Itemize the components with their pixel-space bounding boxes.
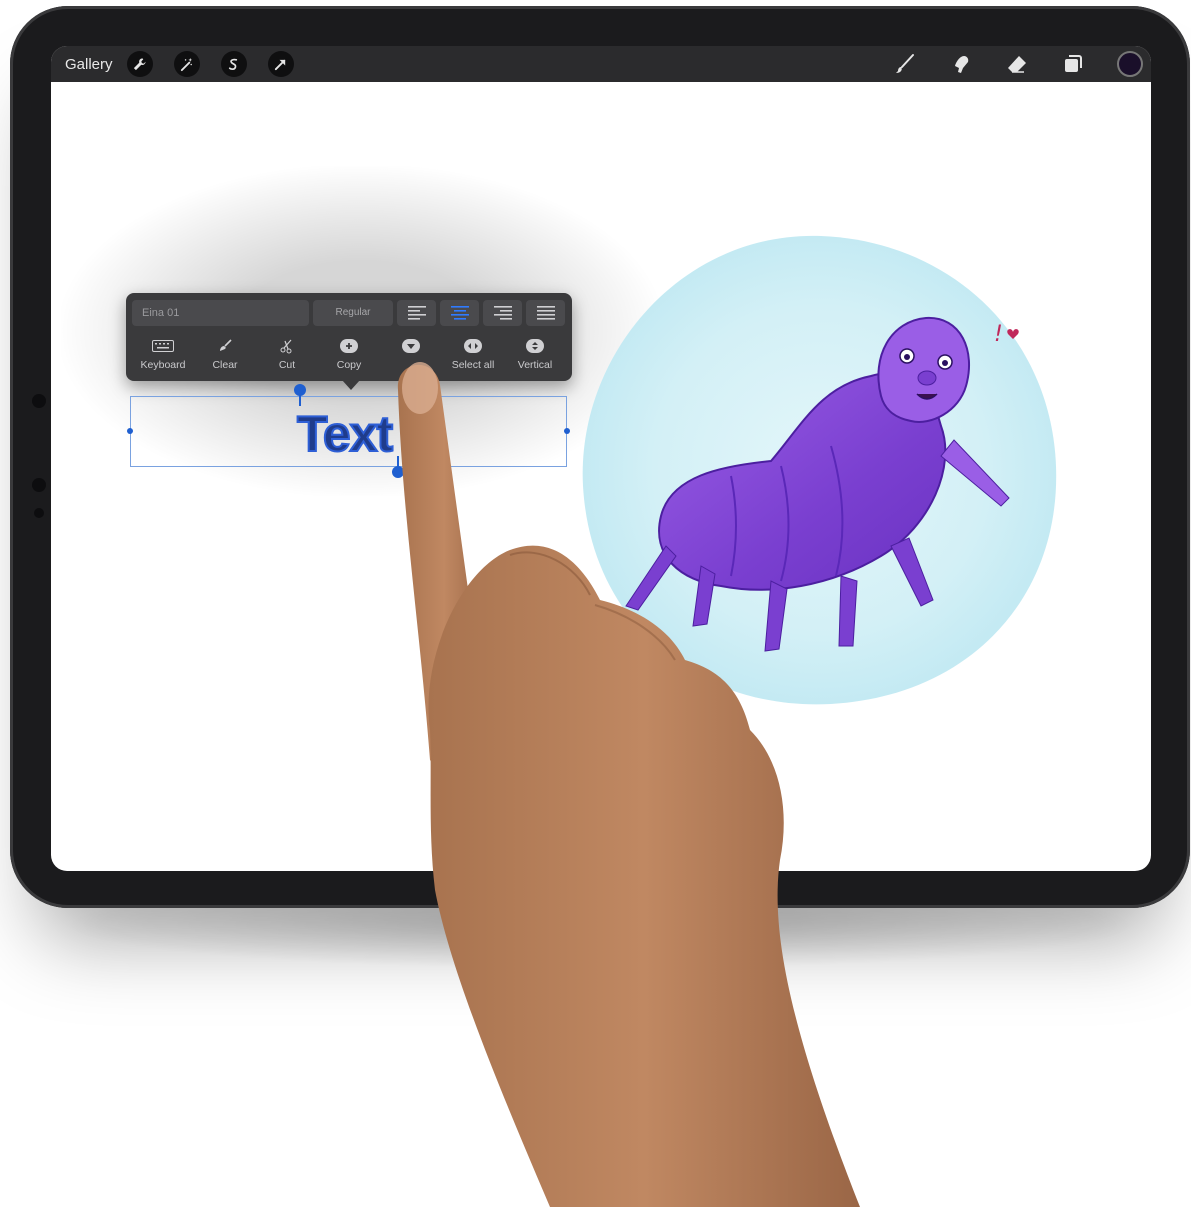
align-right-button[interactable]: [483, 300, 522, 326]
brush-icon[interactable]: [893, 52, 917, 76]
top-toolbar: Gallery: [51, 46, 1151, 82]
font-name-field[interactable]: Eina 01: [132, 300, 309, 326]
exclamation-annotation: !: [994, 322, 1003, 347]
layers-icon[interactable]: [1061, 52, 1085, 76]
eraser-icon[interactable]: [1005, 52, 1029, 76]
cut-button[interactable]: Cut: [256, 337, 318, 377]
camera-sensor: [34, 508, 44, 518]
smudge-icon[interactable]: [949, 52, 973, 76]
align-center-icon: [450, 306, 469, 320]
selection-start-line: [299, 392, 301, 406]
align-center-button[interactable]: [440, 300, 479, 326]
align-left-button[interactable]: [397, 300, 436, 326]
magic-wand-icon[interactable]: [173, 51, 200, 77]
camera-sensor: [32, 394, 46, 408]
keyboard-icon: [152, 340, 174, 352]
keyboard-button[interactable]: Keyboard: [132, 337, 194, 377]
clear-label: Clear: [212, 359, 238, 371]
align-right-icon: [493, 306, 512, 320]
camera-sensor: [32, 478, 46, 492]
transform-arrow-icon[interactable]: [267, 51, 294, 77]
cut-label: Cut: [278, 359, 296, 371]
wrench-icon[interactable]: [126, 51, 153, 77]
pointing-hand: [397, 362, 860, 1207]
gallery-button[interactable]: Gallery: [65, 56, 113, 73]
resize-handle-left[interactable]: [127, 428, 133, 434]
clear-button[interactable]: Clear: [194, 337, 256, 377]
align-justify-icon: [536, 306, 555, 320]
color-swatch[interactable]: [1117, 51, 1143, 77]
right-tools: [893, 46, 1151, 82]
scissors-icon: [280, 339, 292, 354]
clear-brush-icon: [220, 339, 232, 351]
align-justify-button[interactable]: [526, 300, 565, 326]
selection-icon[interactable]: [220, 51, 247, 77]
font-style-field[interactable]: Regular: [313, 300, 393, 326]
keyboard-label: Keyboard: [140, 359, 186, 371]
align-left-icon: [407, 306, 426, 320]
